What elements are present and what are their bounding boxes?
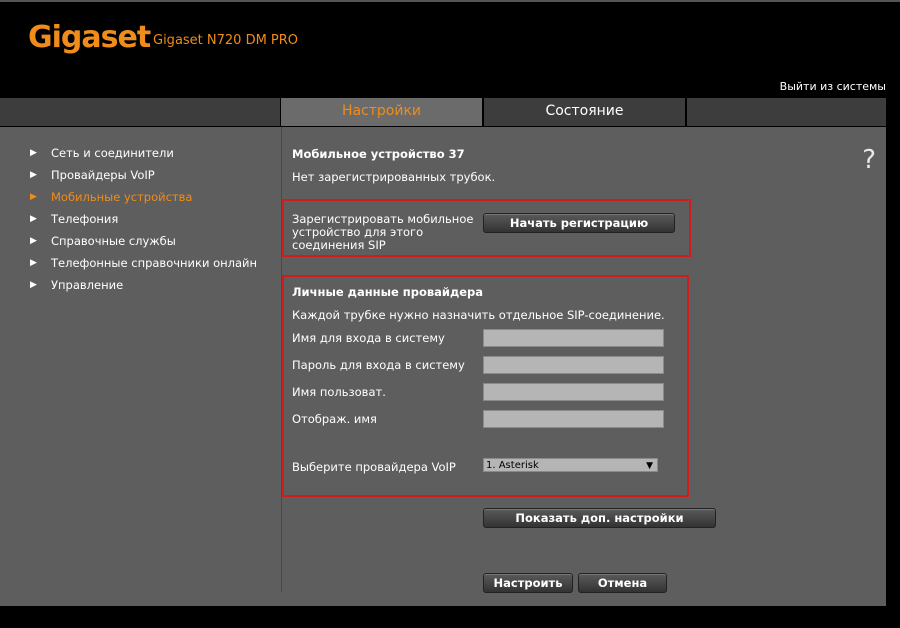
- sidebar-item-label: Мобильные устройства: [51, 190, 193, 204]
- triangle-right-icon: ▶: [30, 258, 37, 268]
- display-name-input[interactable]: [483, 410, 664, 428]
- sidebar-item-label: Провайдеры VoIP: [51, 168, 155, 182]
- tab-spacer-right: [687, 98, 887, 126]
- tab-bar: Настройки Состояние: [0, 98, 887, 126]
- sidebar-item-label: Управление: [51, 278, 124, 292]
- logout-link[interactable]: Выйти из системы: [780, 80, 886, 93]
- gigaset-logo: Gigaset: [28, 20, 151, 55]
- sidebar-item-online-directories[interactable]: ▶ Телефонные справочники онлайн: [30, 256, 257, 278]
- dropdown-arrow-icon: ▼: [646, 461, 653, 471]
- footer-strip: [0, 606, 900, 628]
- tab-spacer-left: [0, 98, 281, 126]
- password-label: Пароль для входа в систему: [292, 358, 465, 372]
- sidebar-item-telephony[interactable]: ▶ Телефония: [30, 212, 257, 234]
- display-name-label: Отображ. имя: [292, 412, 377, 426]
- start-registration-button[interactable]: Начать регистрацию: [483, 213, 675, 233]
- sidebar-item-mobile-devices[interactable]: ▶ Мобильные устройства: [30, 190, 257, 212]
- username-input[interactable]: [483, 383, 664, 401]
- voip-provider-label: Выберите провайдера VoIP: [292, 460, 456, 474]
- help-icon[interactable]: ?: [862, 145, 876, 175]
- username-label: Имя пользоват.: [292, 385, 386, 399]
- login-name-label: Имя для входа в систему: [292, 331, 445, 345]
- login-name-input[interactable]: [483, 329, 664, 347]
- triangle-right-icon: ▶: [30, 192, 37, 202]
- triangle-right-icon: ▶: [30, 214, 37, 224]
- sidebar-item-label: Телефония: [51, 212, 119, 226]
- sidebar: ▶ Сеть и соединители ▶ Провайдеры VoIP ▶ Мо…: [0, 127, 282, 592]
- voip-provider-selected: 1. Asterisk: [486, 460, 539, 471]
- voip-provider-select[interactable]: 1. Asterisk ▼: [483, 458, 658, 472]
- sidebar-nav: ▶ Сеть и соединители ▶ Провайдеры VoIP ▶ Мо…: [30, 146, 257, 300]
- sidebar-item-voip-providers[interactable]: ▶ Провайдеры VoIP: [30, 168, 257, 190]
- cancel-button[interactable]: Отмена: [578, 573, 667, 593]
- provider-note: Каждой трубке нужно назначить отдельное …: [292, 308, 665, 322]
- tab-status-label: Состояние: [545, 103, 624, 119]
- top-border: [0, 0, 900, 2]
- tab-settings-label: Настройки: [341, 103, 422, 119]
- sidebar-item-management[interactable]: ▶ Управление: [30, 278, 257, 300]
- no-handsets-text: Нет зарегистрированных трубок.: [292, 170, 496, 184]
- sidebar-item-label: Телефонные справочники онлайн: [51, 256, 258, 270]
- sidebar-item-label: Справочные службы: [51, 234, 176, 248]
- tab-settings[interactable]: Настройки: [281, 98, 483, 126]
- triangle-right-icon: ▶: [30, 148, 37, 158]
- password-input[interactable]: [483, 356, 664, 374]
- show-advanced-button[interactable]: Показать доп. настройки: [483, 508, 716, 528]
- device-model: Gigaset N720 DM PRO: [153, 33, 299, 48]
- apply-button[interactable]: Настроить: [483, 573, 573, 593]
- triangle-right-icon: ▶: [30, 170, 37, 180]
- provider-heading: Личные данные провайдера: [292, 285, 484, 299]
- tab-status[interactable]: Состояние: [484, 98, 686, 126]
- sidebar-item-network[interactable]: ▶ Сеть и соединители: [30, 146, 257, 168]
- sidebar-item-label: Сеть и соединители: [51, 146, 174, 160]
- page-title: Мобильное устройство 37: [292, 147, 465, 161]
- triangle-right-icon: ▶: [30, 280, 37, 290]
- sidebar-item-directory-services[interactable]: ▶ Справочные службы: [30, 234, 257, 256]
- triangle-right-icon: ▶: [30, 236, 37, 246]
- register-label: Зарегистрировать мобильное устройство дл…: [292, 212, 474, 252]
